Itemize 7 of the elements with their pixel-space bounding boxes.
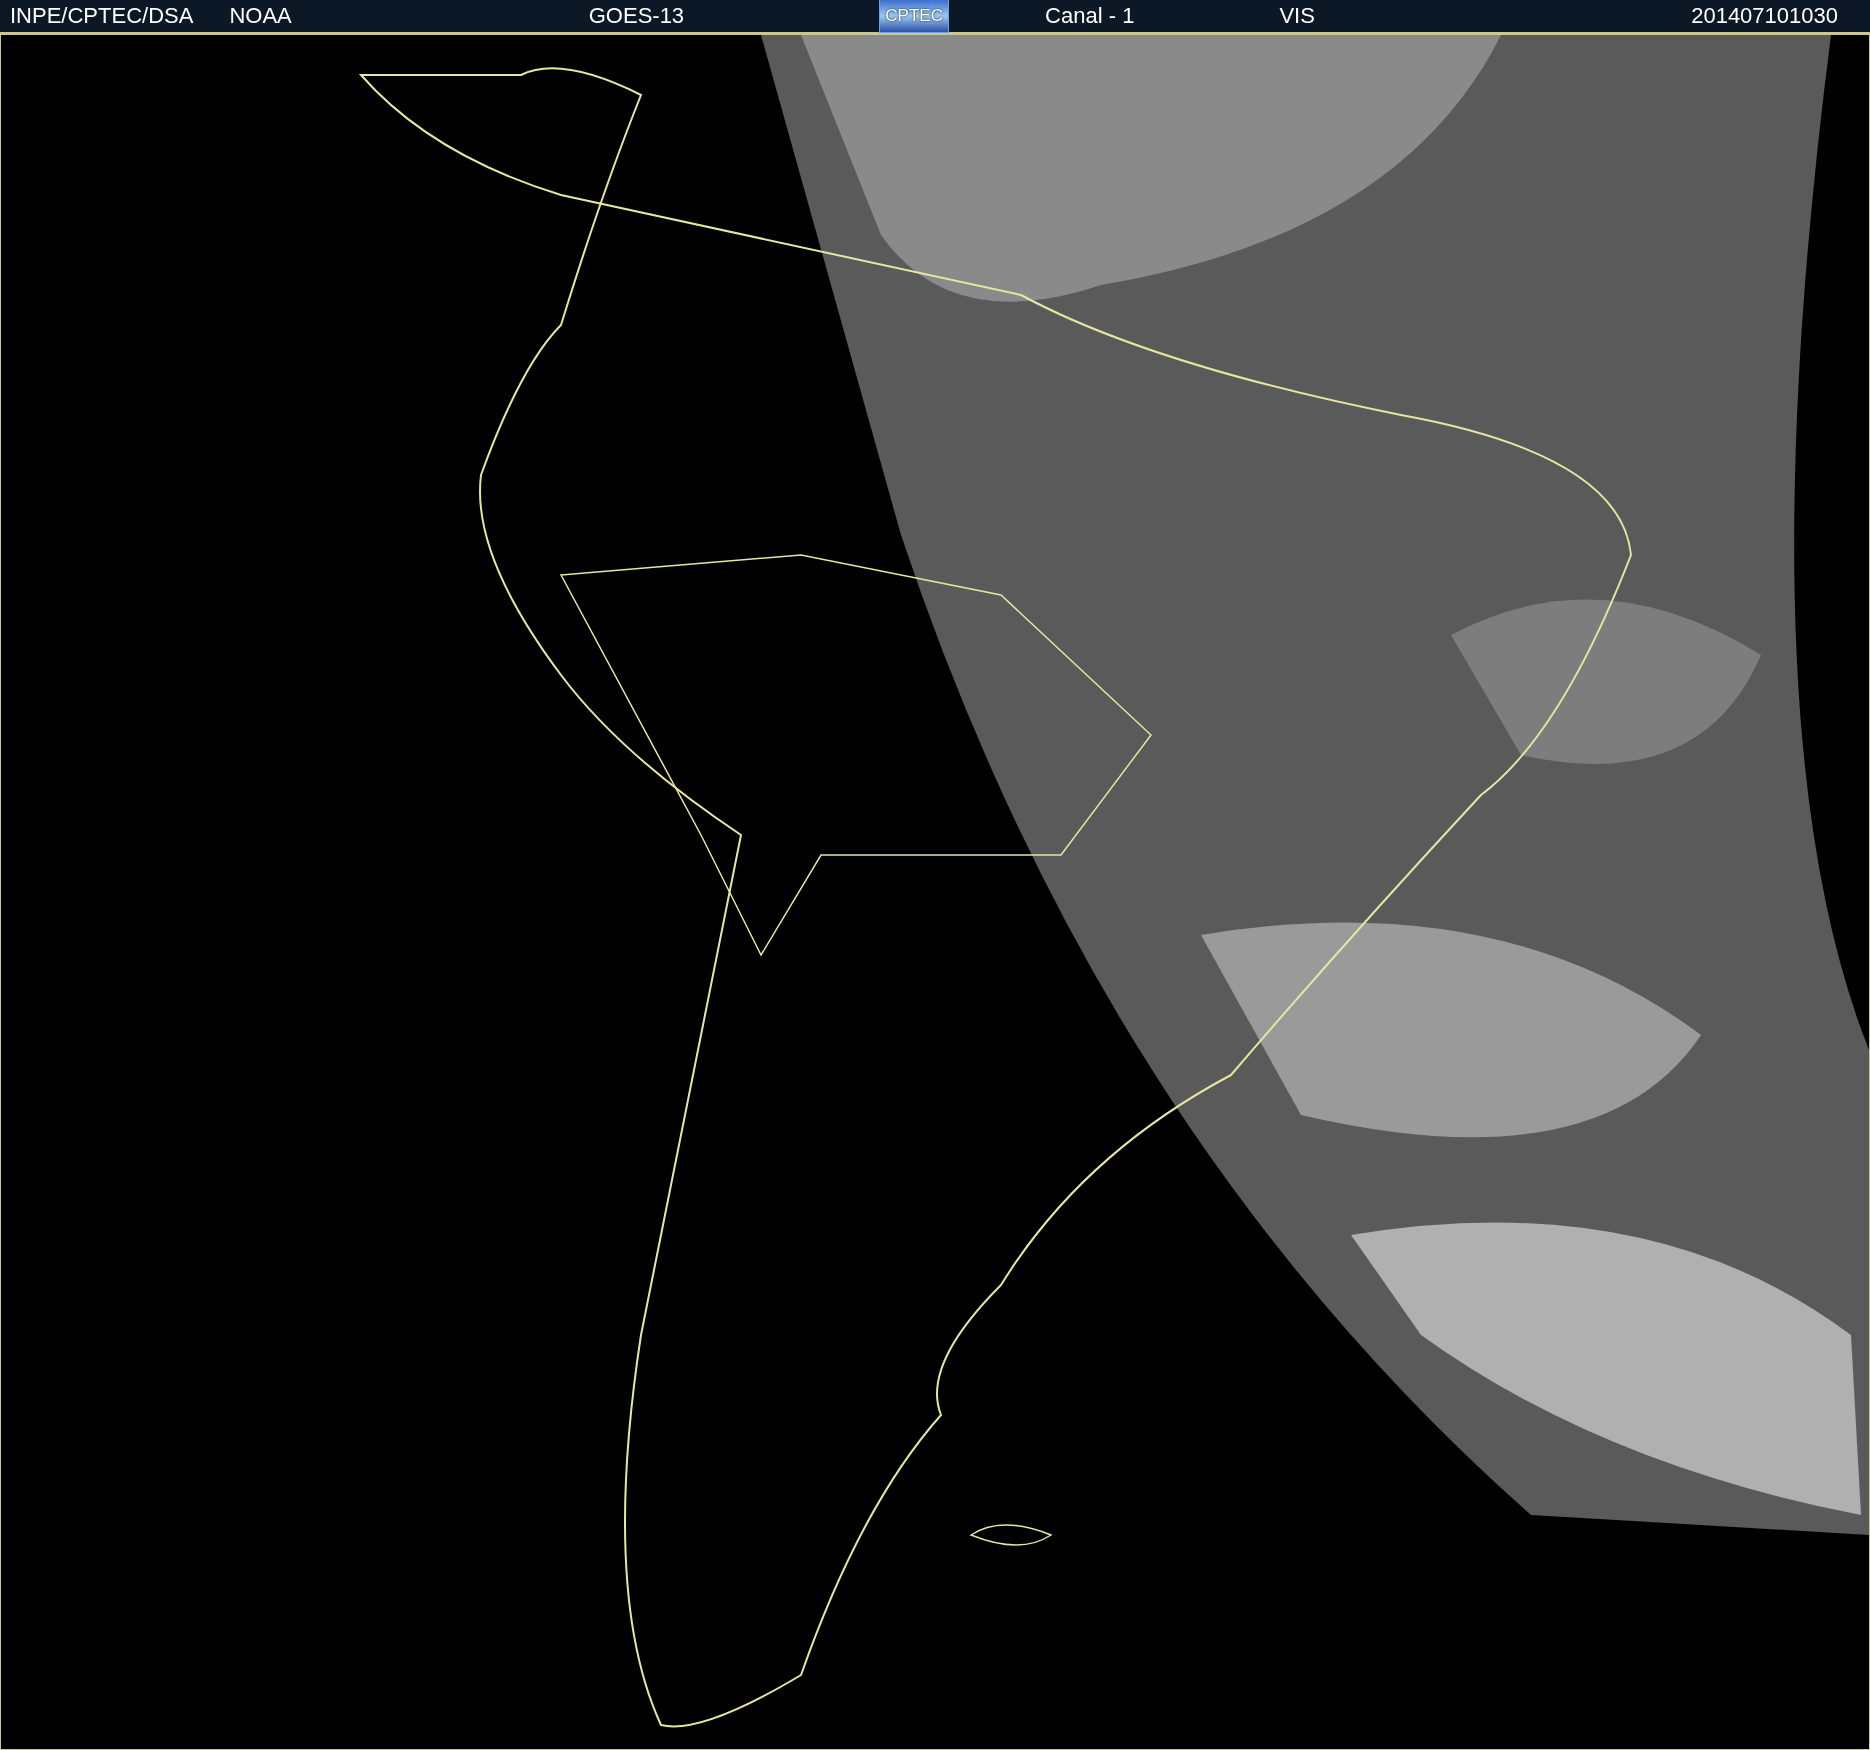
satellite-label: GOES-13: [588, 3, 685, 29]
band-label: VIS: [1279, 3, 1315, 29]
agency-label: NOAA: [229, 3, 292, 29]
cptec-logo: CPTEC: [879, 0, 950, 33]
source-label: INPE/CPTEC/DSA: [10, 3, 194, 29]
channel-label: Canal - 1: [1045, 3, 1135, 29]
timestamp-label: 201407101030: [1691, 3, 1838, 29]
